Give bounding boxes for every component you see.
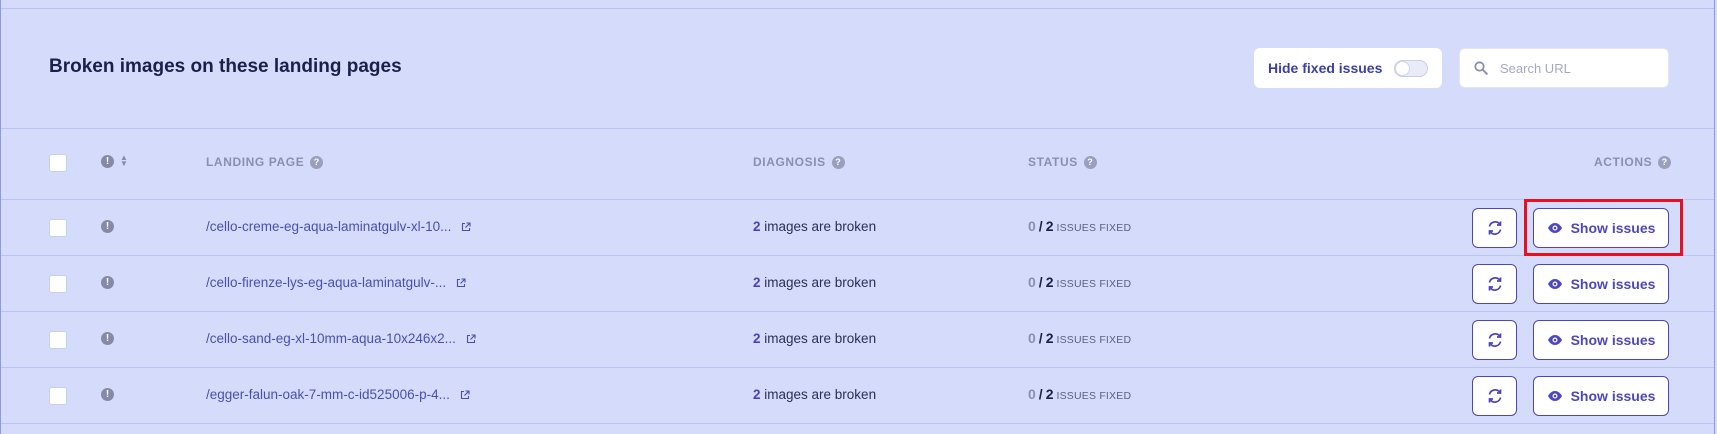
diagnosis-label: images are broken <box>760 219 877 234</box>
refresh-button[interactable] <box>1472 376 1517 416</box>
panel-header: Broken images on these landing pages Hid… <box>1 9 1714 128</box>
severity-icon: ! <box>101 332 114 345</box>
refresh-button[interactable] <box>1472 208 1517 248</box>
issues-fixed-label: ISSUES FIXED <box>1056 278 1132 290</box>
help-icon[interactable]: ? <box>1083 155 1097 169</box>
toggle-knob <box>1396 62 1409 75</box>
landing-page-url: /egger-falun-oak-7-mm-c-id525006-p-4... <box>206 387 450 402</box>
fixed-count: 0 <box>1028 218 1036 234</box>
row-checkbox[interactable] <box>49 331 67 349</box>
total-count: 2 <box>1045 386 1054 402</box>
search-input[interactable] <box>1498 59 1662 77</box>
select-all-checkbox[interactable] <box>49 154 67 172</box>
diagnosis-text: 2 images are broken <box>753 387 876 402</box>
refresh-icon <box>1488 389 1501 403</box>
row-checkbox[interactable] <box>49 219 67 237</box>
landing-page-link[interactable]: /cello-creme-eg-aqua-laminatgulv-xl-10..… <box>206 219 471 234</box>
severity-icon: ! <box>101 220 114 233</box>
broken-count: 2 <box>753 219 761 234</box>
row-checkbox[interactable] <box>49 387 67 405</box>
table-header-row: ! ▲ ▼ LANDING PAGE ? DIAGNOSIS ? STATUS ?… <box>1 128 1714 199</box>
table-row: ! /egger-falun-oak-7-mm-c-id525006-p-4..… <box>1 368 1714 424</box>
landing-page-url: /cello-creme-eg-aqua-laminatgulv-xl-10..… <box>206 219 452 234</box>
diagnosis-text: 2 images are broken <box>753 275 876 290</box>
row-checkbox[interactable] <box>49 275 67 293</box>
severity-icon: ! <box>101 276 114 289</box>
refresh-button[interactable] <box>1472 320 1517 360</box>
column-diagnosis-label: DIAGNOSIS <box>753 155 826 169</box>
toggle-switch[interactable] <box>1394 60 1428 77</box>
search-box[interactable] <box>1459 48 1669 88</box>
show-issues-button[interactable]: Show issues <box>1533 264 1669 304</box>
eye-icon <box>1547 279 1562 289</box>
external-link-icon[interactable] <box>466 333 476 344</box>
help-icon[interactable]: ? <box>310 155 324 169</box>
help-icon[interactable]: ? <box>1658 155 1672 169</box>
show-issues-label: Show issues <box>1570 388 1656 404</box>
table-row: ! /cello-firenze-lys-eg-aqua-laminatgulv… <box>1 256 1714 312</box>
table-row: ! /cello-sand-eg-xl-10mm-aqua-10x246x2..… <box>1 312 1714 368</box>
show-issues-button[interactable]: Show issues <box>1533 320 1669 360</box>
broken-images-panel: Broken images on these landing pages Hid… <box>0 0 1715 434</box>
table-row: ! /cello-creme-eg-aqua-laminatgulv-xl-10… <box>1 200 1714 256</box>
column-status: STATUS ? <box>1028 155 1097 169</box>
landing-page-link[interactable]: /cello-firenze-lys-eg-aqua-laminatgulv-.… <box>206 275 466 290</box>
total-count: 2 <box>1045 218 1054 234</box>
external-link-icon[interactable] <box>460 389 470 400</box>
hide-fixed-toggle[interactable]: Hide fixed issues <box>1254 48 1442 88</box>
total-count: 2 <box>1045 330 1054 346</box>
landing-page-link[interactable]: /egger-falun-oak-7-mm-c-id525006-p-4... <box>206 387 470 402</box>
search-icon <box>1474 61 1488 75</box>
fixed-count: 0 <box>1028 386 1036 402</box>
sort-icon[interactable]: ▲ ▼ <box>120 154 128 168</box>
column-landing-page: LANDING PAGE ? <box>206 155 324 169</box>
broken-count: 2 <box>753 387 761 402</box>
refresh-icon <box>1488 277 1501 291</box>
broken-count: 2 <box>753 275 761 290</box>
landing-page-url: /cello-firenze-lys-eg-aqua-laminatgulv-.… <box>206 275 447 290</box>
external-link-icon[interactable] <box>461 221 471 232</box>
issues-fixed-label: ISSUES FIXED <box>1056 334 1132 346</box>
column-landing-page-label: LANDING PAGE <box>206 155 305 169</box>
refresh-icon <box>1488 333 1501 347</box>
status-text: 0/2 ISSUES FIXED <box>1028 274 1132 290</box>
external-link-icon[interactable] <box>456 277 466 288</box>
refresh-icon <box>1488 221 1501 235</box>
fixed-count: 0 <box>1028 274 1036 290</box>
diagnosis-label: images are broken <box>760 275 877 290</box>
help-icon[interactable]: ? <box>831 155 845 169</box>
issues-fixed-label: ISSUES FIXED <box>1056 390 1132 402</box>
column-actions-label: ACTIONS <box>1594 155 1653 169</box>
row-divider <box>1 423 1714 424</box>
severity-icon: ! <box>101 155 114 168</box>
diagnosis-label: images are broken <box>760 387 877 402</box>
status-text: 0/2 ISSUES FIXED <box>1028 330 1132 346</box>
hide-fixed-label: Hide fixed issues <box>1268 60 1383 76</box>
total-count: 2 <box>1045 274 1054 290</box>
broken-count: 2 <box>753 331 761 346</box>
show-issues-label: Show issues <box>1570 276 1656 292</box>
column-diagnosis: DIAGNOSIS ? <box>753 155 845 169</box>
severity-icon: ! <box>101 388 114 401</box>
page-title: Broken images on these landing pages <box>49 56 402 77</box>
landing-page-link[interactable]: /cello-sand-eg-xl-10mm-aqua-10x246x2... <box>206 331 476 346</box>
show-issues-button[interactable]: Show issues <box>1533 376 1669 416</box>
refresh-button[interactable] <box>1472 264 1517 304</box>
diagnosis-text: 2 images are broken <box>753 331 876 346</box>
fixed-count: 0 <box>1028 330 1036 346</box>
column-actions: ACTIONS ? <box>1594 155 1672 169</box>
diagnosis-label: images are broken <box>760 331 877 346</box>
diagnosis-text: 2 images are broken <box>753 219 876 234</box>
column-status-label: STATUS <box>1028 155 1078 169</box>
eye-icon <box>1547 335 1562 345</box>
show-issues-label: Show issues <box>1570 332 1656 348</box>
status-text: 0/2 ISSUES FIXED <box>1028 386 1132 402</box>
issues-fixed-label: ISSUES FIXED <box>1056 222 1132 234</box>
highlight-box <box>1524 199 1683 256</box>
eye-icon <box>1547 391 1562 401</box>
status-text: 0/2 ISSUES FIXED <box>1028 218 1132 234</box>
landing-page-url: /cello-sand-eg-xl-10mm-aqua-10x246x2... <box>206 331 456 346</box>
